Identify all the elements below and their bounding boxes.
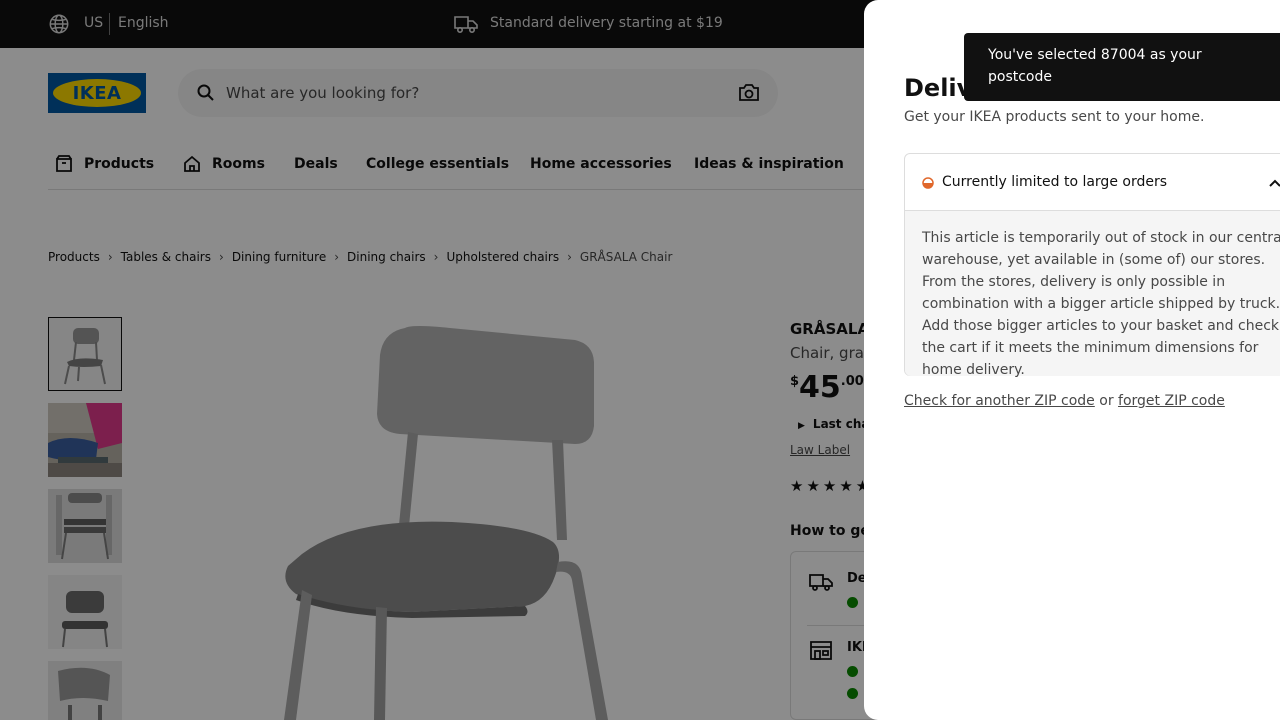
postcode-toast: You've selected 87004 as your postcode [964, 33, 1280, 101]
status-label: Currently limited to large orders [942, 174, 1168, 190]
zip-code-links: Check for another ZIP code or forget ZIP… [904, 393, 1225, 409]
accordion-body: This article is temporarily out of stock… [905, 211, 1280, 378]
status-description: This article is temporarily out of stock… [922, 230, 1280, 378]
forget-zip-link[interactable]: forget ZIP code [1118, 393, 1225, 409]
or-text: or [1099, 393, 1114, 409]
modal-subtitle: Get your IKEA products sent to your home… [904, 109, 1205, 125]
check-another-zip-link[interactable]: Check for another ZIP code [904, 393, 1095, 409]
accordion-header[interactable]: Currently limited to large orders [905, 154, 1280, 211]
chevron-up-icon[interactable] [1268, 176, 1280, 190]
status-indicator-icon [922, 177, 934, 189]
delivery-status-accordion: Currently limited to large orders This a… [904, 153, 1280, 378]
toast-message: You've selected 87004 as your postcode [988, 47, 1202, 85]
delivery-modal: Delivery Get your IKEA products sent to … [864, 0, 1280, 720]
